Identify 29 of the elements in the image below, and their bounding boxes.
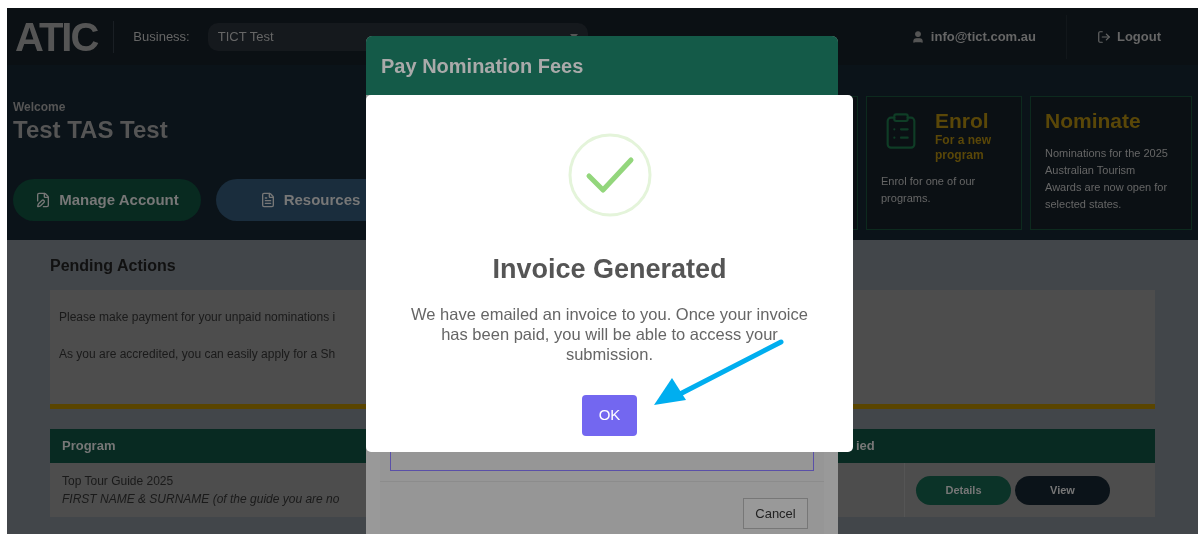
dialog-message: We have emailed an invoice to you. Once your invoice has been paid, you will be able to access your submission.: [410, 303, 809, 364]
row-button[interactable]: Details: [916, 475, 1011, 505]
modal-title: Pay Nomination Fees: [381, 53, 584, 79]
row-button[interactable]: View: [1015, 475, 1110, 505]
card-title: Nominate: [1045, 109, 1142, 133]
dialog-title: Invoice Generated: [492, 253, 727, 286]
logout-button[interactable]: Logout: [1096, 26, 1161, 47]
user-email[interactable]: info@tict.com.au: [930, 26, 1036, 47]
card-subtitle: For a new program: [935, 133, 992, 163]
enrol-card[interactable]: Enrol For a new program Enrol for one of our programs.: [866, 96, 1022, 230]
action-button[interactable]: Manage Account: [13, 179, 201, 221]
logout-icon: [1096, 29, 1111, 44]
card-text: Enrol for one of our programs.: [881, 174, 977, 206]
card-title: Enrol: [935, 109, 990, 133]
edit-document-icon: [35, 192, 52, 208]
ok-button[interactable]: OK: [582, 394, 637, 436]
checkmark-icon: [566, 132, 653, 218]
logo[interactable]: ATIC: [15, 16, 98, 57]
column-header: ied: [856, 437, 875, 456]
document-icon: [259, 192, 276, 208]
user-icon: [910, 29, 925, 44]
nominate-card[interactable]: Nominate Nominations for the 2025 Australian Tourism Awards are now open for selected states.: [1030, 96, 1192, 230]
cancel-button[interactable]: Cancel: [743, 498, 808, 529]
user-name: Test TAS Test: [13, 116, 169, 144]
welcome-label: Welcome: [13, 99, 67, 116]
column-header: Program: [61, 437, 117, 456]
business-label: Business:: [133, 27, 190, 46]
section-title: Pending Actions: [50, 256, 176, 276]
card-text: Nominations for the 2025 Australian Tourism Awards are now open for selected states.: [1045, 146, 1169, 212]
